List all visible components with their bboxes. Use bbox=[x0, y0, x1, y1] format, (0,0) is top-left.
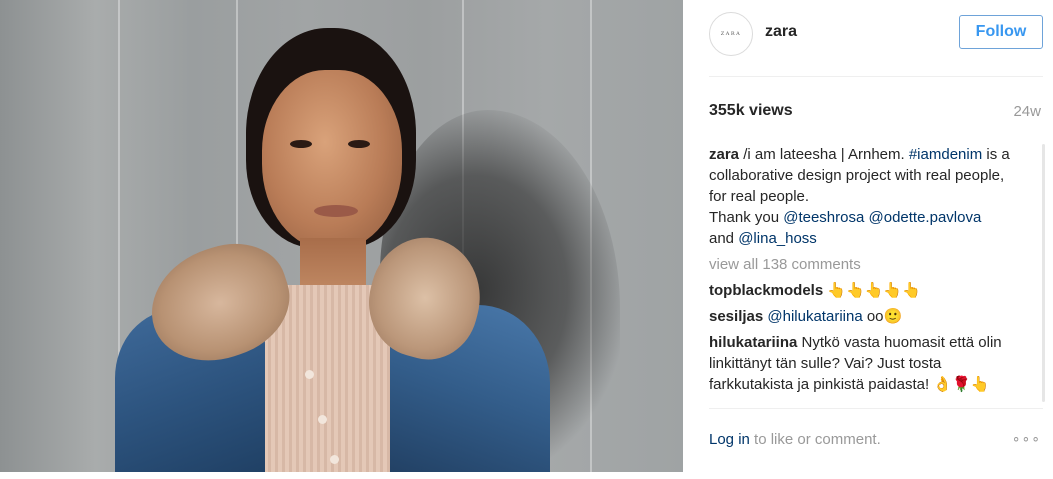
caption-text: Thank you bbox=[709, 209, 784, 226]
caption-username[interactable]: zara bbox=[709, 146, 739, 163]
login-prompt-text: to like or comment. bbox=[749, 431, 881, 448]
footer-divider bbox=[709, 408, 1043, 409]
caption-text: and bbox=[709, 230, 739, 247]
view-all-comments-link[interactable]: view all 138 comments bbox=[709, 254, 1025, 275]
post-photo bbox=[0, 0, 683, 472]
caption-hashtag[interactable]: #iamdenim bbox=[909, 146, 982, 163]
comment-item: hilukatariina Nytkö vasta huomasit että … bbox=[709, 332, 1025, 395]
sweater-button bbox=[318, 415, 327, 424]
view-count: 355k views bbox=[709, 102, 793, 119]
comment-item: sesiljas @hilukatariina oo🙂 bbox=[709, 306, 1025, 327]
sweater-button bbox=[330, 455, 339, 464]
header-divider bbox=[709, 76, 1043, 77]
comment-mention[interactable]: @hilukatariina bbox=[767, 308, 862, 325]
sweater-button bbox=[305, 370, 314, 379]
caption-mention[interactable]: @lina_hoss bbox=[738, 230, 817, 247]
account-username[interactable]: zara bbox=[765, 23, 797, 41]
person-eye bbox=[290, 140, 312, 148]
comment-text: oo🙂 bbox=[862, 308, 903, 325]
comment-username[interactable]: topblackmodels bbox=[709, 282, 823, 299]
comment-username[interactable]: hilukatariina bbox=[709, 334, 797, 351]
person-face bbox=[262, 70, 402, 250]
person-eye bbox=[348, 140, 370, 148]
avatar-logo-text: ZARA bbox=[720, 31, 742, 37]
caption-mention[interactable]: @teeshrosa bbox=[783, 209, 864, 226]
comment-username[interactable]: sesiljas bbox=[709, 308, 763, 325]
login-prompt: Log in to like or comment. bbox=[709, 431, 881, 448]
account-avatar[interactable]: ZARA bbox=[709, 12, 753, 56]
caption-mention[interactable]: @odette.pavlova bbox=[869, 209, 982, 226]
caption: zara /i am lateesha | Arnhem. #iamdenim … bbox=[709, 144, 1025, 249]
login-link[interactable]: Log in bbox=[709, 431, 750, 448]
comments-scrollbar[interactable] bbox=[1042, 144, 1045, 402]
post-sidebar: ZARA zara Follow 355k views 24w zara /i … bbox=[683, 0, 1053, 479]
post-age[interactable]: 24w bbox=[1013, 103, 1041, 120]
follow-button[interactable]: Follow bbox=[959, 15, 1043, 49]
person-lips bbox=[314, 205, 358, 217]
comment-text: 👆👆👆👆👆 bbox=[823, 282, 921, 299]
comment-item: topblackmodels 👆👆👆👆👆 bbox=[709, 280, 1025, 301]
more-options-icon[interactable]: ∘∘∘ bbox=[1012, 430, 1041, 447]
caption-text: /i am lateesha | Arnhem. bbox=[739, 146, 909, 163]
post-header: ZARA zara Follow bbox=[683, 0, 1053, 76]
comments-list: zara /i am lateesha | Arnhem. #iamdenim … bbox=[709, 144, 1025, 402]
